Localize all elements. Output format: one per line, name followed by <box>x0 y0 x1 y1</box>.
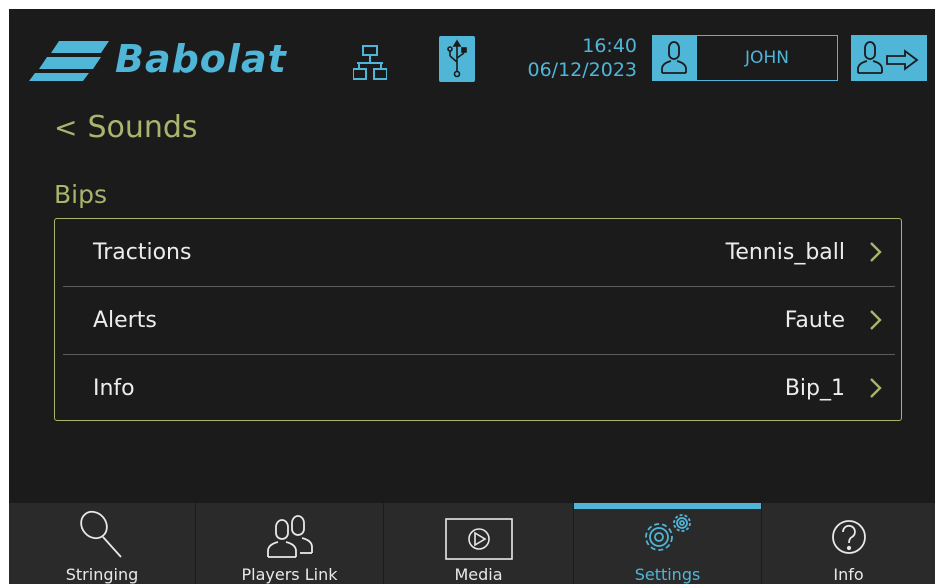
babolat-logo: Babolat <box>29 31 287 87</box>
back-button[interactable]: < Sounds <box>54 110 198 145</box>
page-title: Sounds <box>87 110 198 145</box>
tab-label: Media <box>454 565 503 584</box>
user-name-label: JOHN <box>745 48 789 68</box>
question-icon <box>831 520 866 554</box>
players-icon <box>266 515 313 558</box>
tab-label: Info <box>833 565 864 584</box>
tab-label: Settings <box>634 565 701 584</box>
tab-players-link[interactable]: Players Link <box>196 503 383 584</box>
tab-label: Players Link <box>241 565 338 584</box>
current-user-name[interactable]: JOHN <box>696 35 838 81</box>
racket-icon <box>80 510 122 558</box>
tab-info[interactable]: Info <box>762 503 935 584</box>
user-icon <box>661 41 687 74</box>
gears-icon <box>644 514 691 551</box>
usb-icon <box>447 39 467 78</box>
device-screen: Babolat 16:40 06/12/2023 JOHN < Sounds B… <box>9 9 935 584</box>
tab-stringing[interactable]: Stringing <box>9 503 195 584</box>
list-item-alerts[interactable]: Alerts Faute <box>63 287 895 354</box>
chevron-right-icon <box>870 310 882 330</box>
logout-button[interactable] <box>851 35 927 81</box>
tab-media[interactable]: Media <box>384 503 573 584</box>
row-label: Tractions <box>93 240 192 265</box>
tab-label: Stringing <box>65 565 139 584</box>
row-value: Bip_1 <box>784 376 845 401</box>
babolat-logo-icon <box>29 41 109 81</box>
header: Babolat 16:40 06/12/2023 JOHN <box>9 9 935 101</box>
back-chevron-icon: < <box>54 111 78 144</box>
brand-name: Babolat <box>115 37 287 81</box>
list-item-info[interactable]: Info Bip_1 <box>63 355 895 422</box>
section-title-bips: Bips <box>54 180 107 209</box>
clock-time: 16:40 <box>582 35 637 57</box>
bips-settings-list: Tractions Tennis_ball Alerts Faute Info … <box>54 218 902 421</box>
tab-settings[interactable]: Settings <box>574 503 761 584</box>
play-icon <box>444 518 513 560</box>
chevron-right-icon <box>870 242 882 262</box>
row-value: Tennis_ball <box>725 240 845 265</box>
chevron-right-icon <box>870 378 882 398</box>
row-label: Info <box>93 376 135 401</box>
logout-icon <box>857 41 919 74</box>
list-item-tractions[interactable]: Tractions Tennis_ball <box>63 219 895 286</box>
row-label: Alerts <box>93 308 157 333</box>
row-value: Faute <box>784 308 845 333</box>
user-button[interactable] <box>652 35 696 81</box>
clock-date: 06/12/2023 <box>527 59 637 81</box>
bottom-tab-bar: Stringing Players Link Media Settings In… <box>9 503 935 584</box>
network-icon <box>353 45 387 80</box>
active-tab-indicator <box>574 503 761 509</box>
usb-button[interactable] <box>439 36 475 82</box>
